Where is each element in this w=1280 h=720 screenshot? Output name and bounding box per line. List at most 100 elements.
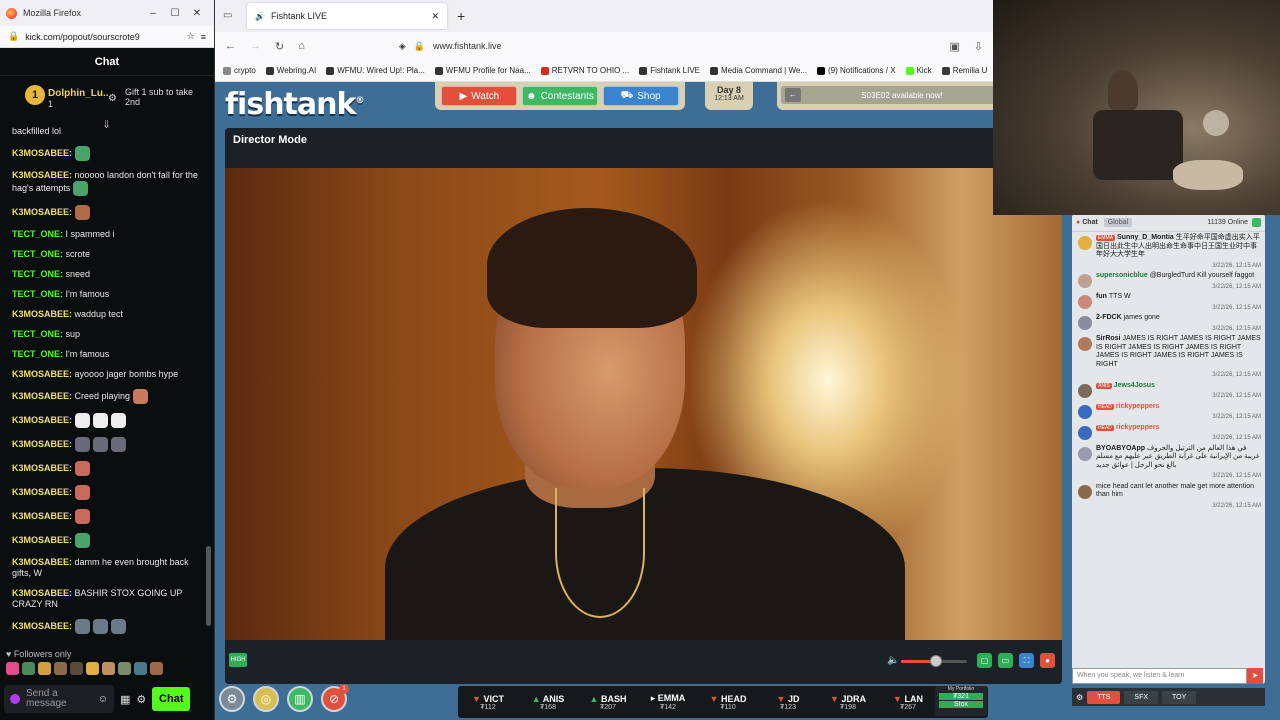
chat-username[interactable]: TECT_ONE: [12,329,66,339]
fullscreen-icon[interactable]: ⛶ [1019,653,1034,668]
user-avatar[interactable] [1078,295,1092,309]
close-icon[interactable]: ✕ [186,8,208,19]
chat-username[interactable]: TECT_ONE: [12,269,66,279]
toy-button[interactable]: TOY [1162,690,1197,704]
emote-icon[interactable] [22,662,35,675]
sfx-button[interactable]: SFX [1124,690,1159,704]
bookmark-item[interactable]: Remilia U [941,66,987,75]
user-avatar[interactable] [1078,404,1092,419]
downloads-icon[interactable]: ⇩ [974,40,983,53]
chat-username[interactable]: K3MOSABEE: [12,463,75,473]
emote-icon[interactable] [150,662,163,675]
store-icon[interactable]: ▦ [120,693,130,706]
shop-button[interactable]: ⛟ Shop [602,86,679,106]
volume-icon[interactable]: 🔈 [887,655,899,666]
emote-icon[interactable] [102,662,115,675]
emote-icon[interactable] [70,662,83,675]
minimize-icon[interactable]: – [142,8,164,19]
chat-username[interactable]: K3MOSABEE: [12,309,75,319]
chat-username[interactable]: K3MOSABEE: [12,391,75,401]
chat-username[interactable]: K3MOSABEE: [12,439,75,449]
address-bar[interactable]: 🔒 kick.com/popout/sourscrote9 ☆ ≡ [0,26,214,48]
tab-close-icon[interactable]: ✕ [431,11,439,22]
address-bar[interactable]: ◈ 🔒 www.fishtank.live [319,41,936,52]
emote-icon[interactable] [86,662,99,675]
tab-list-icon[interactable]: ▭ [223,10,232,21]
bookmark-item[interactable]: WFMU: Wired Up!: Pla... [326,66,425,75]
chat-username[interactable]: K3MOSABEE: [12,415,75,425]
menu-icon[interactable]: ≡ [201,32,206,42]
chat-username[interactable]: K3MOSABEE: [12,148,75,158]
contestants-button[interactable]: ☻ Contestants [521,86,598,106]
portfolio-widget[interactable]: My Portfolio ₮321 Stox [935,686,987,716]
home-icon[interactable]: ⌂ [298,40,305,52]
chat-tools-settings-icon[interactable]: ⚙ [1076,693,1083,702]
chat-username[interactable]: SirRosi [1096,335,1122,342]
message-input[interactable]: Send a message ☺ [4,685,114,713]
quality-badge[interactable]: HIGH [229,653,247,667]
record-icon[interactable]: ● [1040,653,1055,668]
url-text[interactable]: www.fishtank.live [433,41,502,51]
chat-username[interactable]: rickypeppers [1116,424,1160,431]
emote-icon[interactable] [6,662,19,675]
gift-cta[interactable]: Gift 1 sub to take 2nd [125,87,205,108]
bookmark-item[interactable]: Webring.AI [265,66,316,75]
fishtank-chat-input[interactable]: When you speak, we listen & learn [1072,668,1247,684]
chat-tab[interactable]: Chat [1082,219,1098,226]
notifications-icon[interactable]: ⊘ 1 [321,684,349,712]
chat-send-button[interactable]: Chat [152,687,191,711]
user-avatar[interactable] [1078,316,1092,330]
chat-username[interactable]: 2-FDCK [1096,314,1124,321]
chat-username[interactable]: BYOABYOApp [1096,445,1147,452]
ticker-item[interactable]: ▲ ANIS ₮168 [518,694,578,711]
chat-username[interactable]: rickypeppers [1116,403,1160,410]
url-text[interactable]: kick.com/popout/sourscrote9 [25,32,186,42]
chat-username[interactable]: TECT_ONE: [12,289,66,299]
chat-username[interactable]: TECT_ONE: [12,249,66,259]
settings-icon[interactable]: ⚙ [136,693,146,706]
chat-scrollbar[interactable] [205,126,212,642]
new-tab-icon[interactable]: + [457,8,465,24]
ticker-item[interactable]: ▼ VICT ₮112 [458,694,518,711]
chat-username[interactable]: K3MOSABEE: [12,621,75,631]
stox-button[interactable]: Stox [939,701,983,708]
chat-username[interactable]: K3MOSABEE: [12,369,75,379]
gift-leaderboard[interactable]: 1 Dolphin_Lu... 1 ⚙ Gift 1 sub to take 2… [0,76,214,120]
global-tab[interactable]: Global [1103,218,1133,227]
chat-username[interactable]: K3MOSABEE: [12,535,75,545]
fishtank-send-icon[interactable]: ➤ [1247,668,1263,684]
ticker-item[interactable]: ▼ JDRA ₮198 [818,694,878,711]
announcement-inner[interactable]: ← S03E02 available now! [781,86,1003,104]
chat-username[interactable]: K3MOSABEE: [12,588,75,598]
emote-icon[interactable] [118,662,131,675]
star-icon[interactable]: ☆ [187,31,195,42]
ticker-item[interactable]: ▸ EMMA ₮142 [638,693,698,711]
ticker-item[interactable]: ▼ LAN ₮267 [878,694,938,711]
emote-icon[interactable] [134,662,147,675]
bookmark-item[interactable]: Media Command | We... [710,66,807,75]
coins-icon[interactable]: ◎ [253,686,279,712]
ticker-item[interactable]: ▼ HEAD ₮110 [698,694,758,711]
ticker-item[interactable]: ▼ JD ₮123 [758,694,818,711]
user-avatar[interactable] [1078,236,1092,250]
user-avatar[interactable] [1078,484,1092,499]
emote-icon[interactable] [54,662,67,675]
bookmark-item[interactable]: WFMU Profile for Naa... [434,66,531,75]
chat-username[interactable]: Jews4Josus [1114,382,1155,389]
settings-icon[interactable]: ⚙ [219,686,245,712]
emote-icon[interactable] [38,662,51,675]
screenshot-icon[interactable]: ▣ [949,40,959,53]
inventory-icon[interactable]: ▥ [287,686,313,712]
chat-username[interactable]: fun [1096,293,1109,300]
tts-button[interactable]: TTS [1087,690,1121,704]
watch-button[interactable]: ▶ Watch [441,86,518,106]
back-arrow-icon[interactable]: ← [785,88,801,102]
chat-settings-icon[interactable] [1252,218,1261,227]
user-avatar[interactable] [1078,274,1092,288]
video-player[interactable]: Director Mode HIGH 🔈 ▢ ▭ ⛶ ● [225,128,1062,684]
back-icon[interactable]: ← [225,40,236,52]
user-avatar[interactable] [1078,337,1092,351]
stox-ticker[interactable]: ▼ VICT ₮112 ▲ ANIS ₮168 ▲ BASH ₮207 ▸ EMMA ₮142… [458,686,988,718]
bookmark-item[interactable]: Fishtank LIVE [639,66,700,75]
chat-username[interactable]: supersonicblue [1096,272,1150,279]
